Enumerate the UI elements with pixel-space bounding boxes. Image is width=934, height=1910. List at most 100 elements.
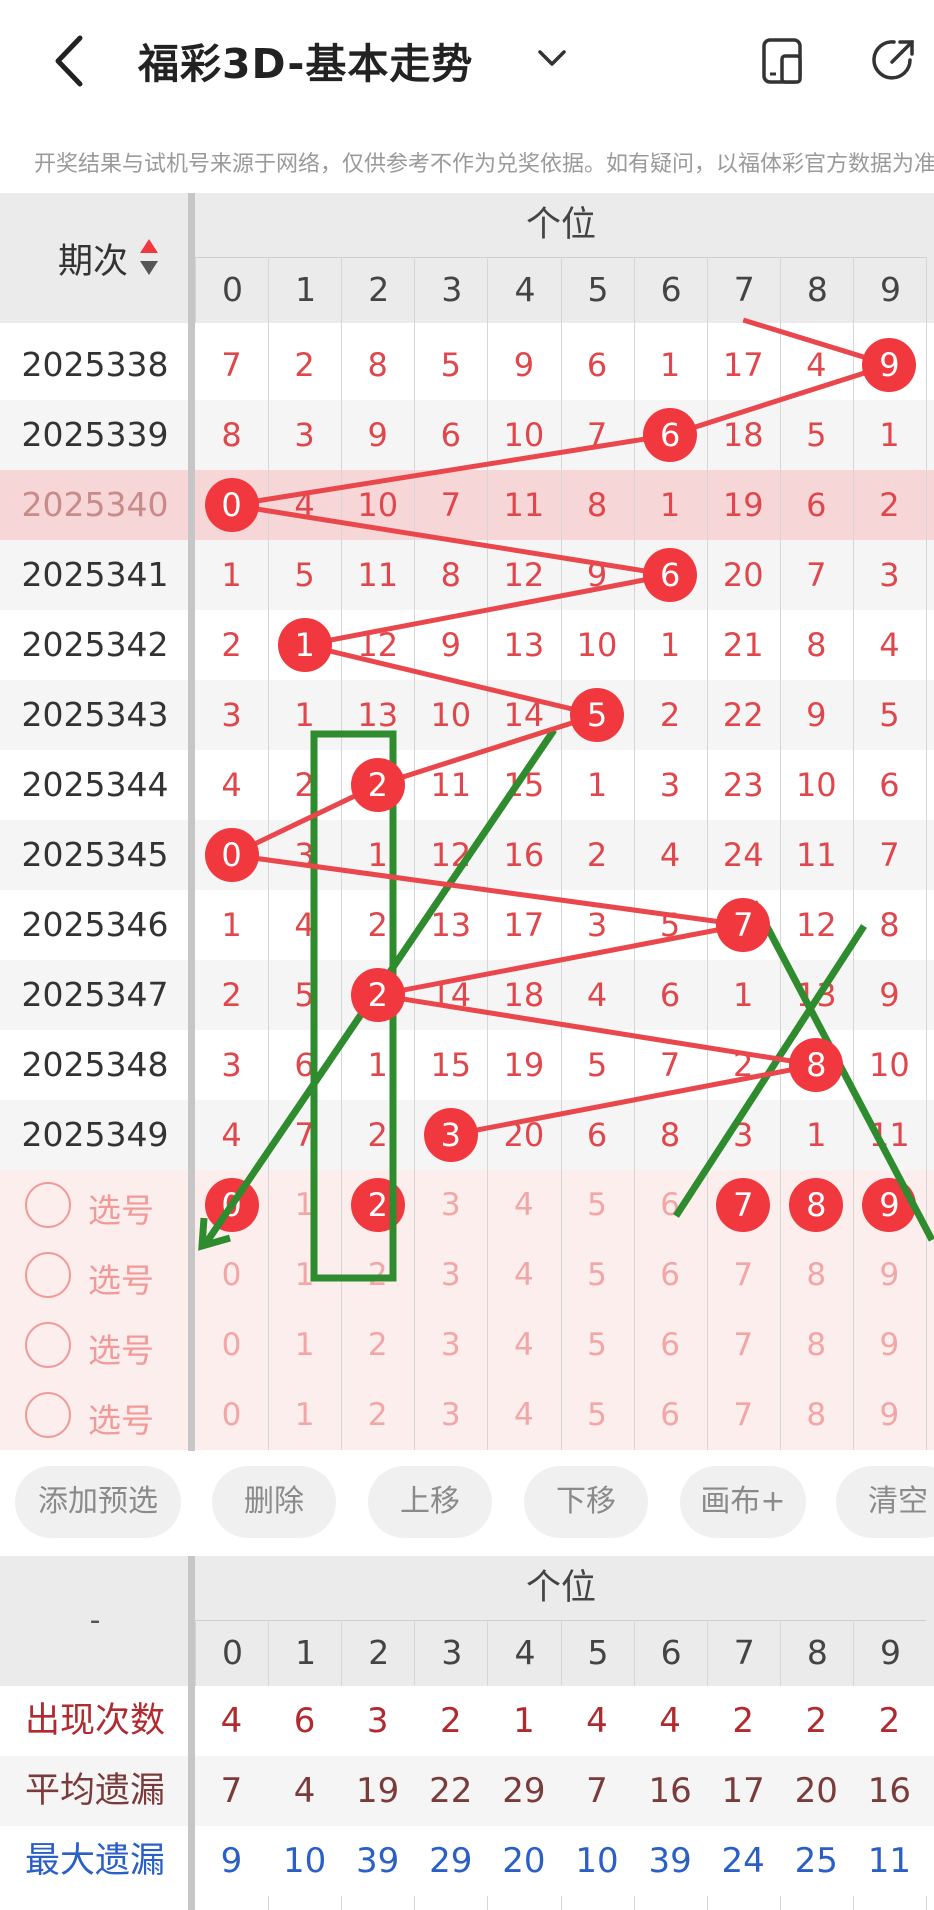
pick-radio[interactable] <box>25 1182 71 1228</box>
pick-number[interactable]: 1 <box>268 1380 341 1450</box>
pick-number[interactable]: 5 <box>561 1170 634 1240</box>
miss-count: 1 <box>806 1116 827 1154</box>
pick-number[interactable]: 0 <box>195 1240 268 1310</box>
delete-button[interactable]: 删除 <box>212 1466 336 1538</box>
pick-number[interactable]: 6 <box>634 1310 707 1380</box>
stats-label: 出现次数 <box>24 1701 165 1741</box>
pick-number[interactable]: 8 <box>780 1380 853 1450</box>
stats-value: 16 <box>867 1771 912 1811</box>
miss-count: 19 <box>503 1046 545 1084</box>
page-title: 福彩3D-基本走势 <box>138 40 474 88</box>
stats-value: 39 <box>648 1841 692 1881</box>
stats-value: 10 <box>282 1841 327 1881</box>
hit-ball: 2 <box>350 758 405 812</box>
miss-count: 1 <box>659 346 681 384</box>
pick-number[interactable]: 6 <box>634 1240 707 1310</box>
stats-value: 20 <box>502 1841 546 1881</box>
add-preselect-button[interactable]: 添加预选 <box>15 1466 181 1538</box>
pick-number[interactable]: 9 <box>853 1380 926 1450</box>
pick-number[interactable]: 3 <box>414 1310 487 1380</box>
pick-radio[interactable] <box>25 1392 71 1438</box>
pick-number[interactable]: 3 <box>414 1170 487 1240</box>
pick-number[interactable]: 3 <box>414 1380 487 1450</box>
stats-value: 24 <box>721 1841 765 1881</box>
pick-number[interactable]: 8 <box>780 1310 853 1380</box>
back-icon[interactable] <box>50 34 90 88</box>
hit-ball: 6 <box>643 408 698 462</box>
table-header: 期次 个位 0123456789 <box>0 193 934 323</box>
pick-label[interactable]: 选号 <box>88 1324 154 1372</box>
pick-number[interactable]: 4 <box>487 1170 560 1240</box>
stats-value: 4 <box>220 1701 243 1741</box>
miss-count: 10 <box>576 626 618 664</box>
chevron-down-icon[interactable] <box>536 48 568 70</box>
pick-number[interactable]: 3 <box>414 1240 487 1310</box>
pick-label[interactable]: 选号 <box>88 1394 154 1442</box>
miss-count: 17 <box>503 906 545 944</box>
miss-count: 11 <box>869 1116 910 1154</box>
stats-row: 平均遗漏 7 4 19 22 29 7 16 17 20 16 <box>0 1756 934 1826</box>
pick-selected-ball[interactable]: 0 <box>204 1178 259 1232</box>
pick-number[interactable]: 5 <box>561 1240 634 1310</box>
move-up-button[interactable]: 上移 <box>368 1466 492 1538</box>
miss-count: 7 <box>294 1116 315 1154</box>
clear-button[interactable]: 清空 <box>836 1466 934 1538</box>
pick-selected-ball[interactable]: 7 <box>716 1178 771 1232</box>
miss-count: 16 <box>503 836 545 874</box>
miss-count: 20 <box>503 1116 545 1154</box>
pick-selected-ball[interactable]: 2 <box>350 1178 405 1232</box>
miss-count: 4 <box>221 766 242 804</box>
pick-number[interactable]: 4 <box>487 1310 560 1380</box>
pick-row: 选号 0 1 2 3 4 5 6 7 8 9 <box>0 1240 934 1310</box>
canvas-add-button[interactable]: 画布+ <box>680 1466 806 1538</box>
pick-radio[interactable] <box>25 1252 71 1298</box>
miss-count: 21 <box>722 626 764 664</box>
pick-number[interactable]: 6 <box>634 1170 707 1240</box>
pick-number[interactable]: 2 <box>341 1380 414 1450</box>
share-icon[interactable] <box>870 34 920 84</box>
stats-value: 20 <box>794 1771 838 1811</box>
stats-digit-row: 0123456789 <box>0 1620 934 1686</box>
miss-count: 8 <box>659 1116 681 1154</box>
pick-label[interactable]: 选号 <box>88 1184 154 1232</box>
pick-number[interactable]: 0 <box>195 1380 268 1450</box>
miss-count: 5 <box>806 416 827 454</box>
miss-count: 2 <box>367 906 388 944</box>
pick-radio[interactable] <box>25 1322 71 1368</box>
pick-number[interactable]: 4 <box>487 1380 560 1450</box>
miss-count: 6 <box>879 766 900 804</box>
period-cell: 2025348 <box>21 1045 169 1084</box>
miss-count: 1 <box>879 416 900 454</box>
miss-count: 2 <box>586 836 608 874</box>
pick-number[interactable]: 1 <box>268 1240 341 1310</box>
pick-number[interactable]: 2 <box>341 1310 414 1380</box>
stats-value: 2 <box>439 1701 462 1741</box>
pick-number[interactable]: 6 <box>634 1380 707 1450</box>
pick-number[interactable]: 5 <box>561 1380 634 1450</box>
pick-selected-ball[interactable]: 9 <box>862 1178 917 1232</box>
grid-line <box>633 257 635 1450</box>
pick-number[interactable]: 1 <box>268 1170 341 1240</box>
pick-number[interactable]: 9 <box>853 1240 926 1310</box>
table-row: 2025344 4 2 2 11 15 1 3 23 10 6 <box>0 750 934 820</box>
pick-number[interactable]: 8 <box>780 1240 853 1310</box>
pick-number[interactable]: 5 <box>561 1310 634 1380</box>
hit-ball: 8 <box>789 1038 844 1092</box>
pick-number[interactable]: 7 <box>707 1310 780 1380</box>
pick-number[interactable]: 2 <box>341 1240 414 1310</box>
pick-number[interactable]: 1 <box>268 1310 341 1380</box>
pick-number[interactable]: 7 <box>707 1380 780 1450</box>
hit-ball: 1 <box>277 618 332 672</box>
pick-number[interactable]: 9 <box>853 1310 926 1380</box>
miss-count: 12 <box>795 906 837 944</box>
phone-layout-icon[interactable] <box>758 36 808 86</box>
pick-label[interactable]: 选号 <box>88 1254 154 1302</box>
period-cell: 2025347 <box>21 975 169 1014</box>
pick-number[interactable]: 7 <box>707 1240 780 1310</box>
pick-number[interactable]: 4 <box>487 1240 560 1310</box>
pick-selected-ball[interactable]: 8 <box>789 1178 844 1232</box>
move-down-button[interactable]: 下移 <box>524 1466 648 1538</box>
pick-number[interactable]: 0 <box>195 1310 268 1380</box>
table-row: 2025341 1 5 11 8 12 9 6 20 7 3 <box>0 540 934 610</box>
miss-count: 10 <box>430 696 472 734</box>
